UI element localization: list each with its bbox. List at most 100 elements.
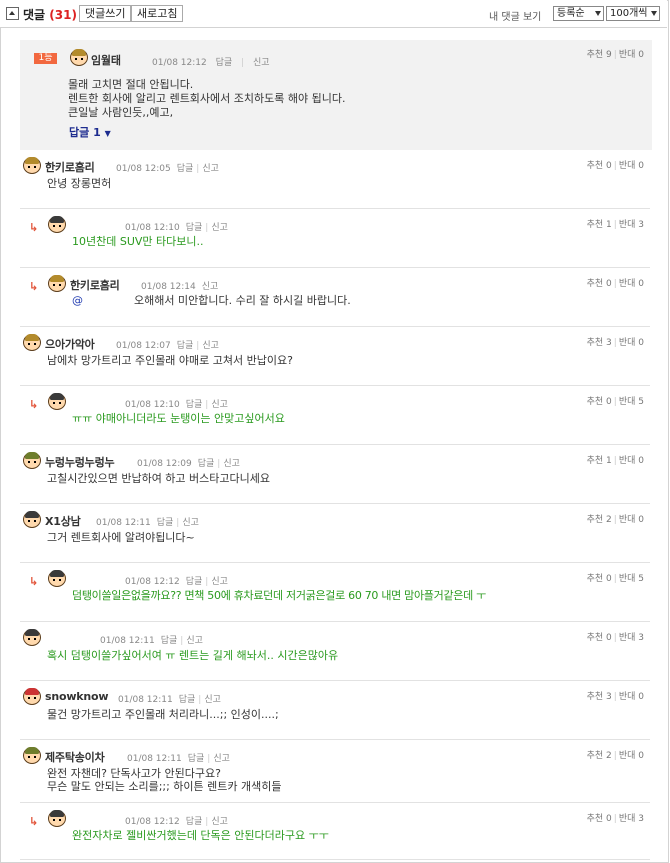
comment-date: 01/08 12:07 — [116, 341, 171, 351]
reply-link[interactable]: 답글 — [177, 164, 194, 174]
comment-meta: 01/08 12:11 답글 | 신고 — [127, 754, 230, 764]
report-link[interactable]: 신고 — [211, 223, 228, 233]
avatar-icon — [23, 157, 41, 174]
comment-date: 01/08 12:14 — [141, 282, 196, 292]
oppose-button[interactable]: 반대 0 — [619, 515, 644, 525]
reply-arrow-icon: ↳ — [29, 575, 39, 588]
reply-link[interactable]: 답글 — [157, 518, 174, 528]
comment-item: 누렁누렁누렁누 01/08 12:09 답글 | 신고 추천 1 | 반대 0 고칠시간있… — [20, 445, 652, 503]
write-comment-button[interactable]: 댓글쓰기 — [79, 5, 132, 22]
vote-counts: 추천 2 | 반대 0 — [586, 515, 644, 525]
report-link[interactable]: 신고 — [204, 695, 221, 705]
report-link[interactable]: 신고 — [202, 282, 219, 292]
comment-date: 01/08 12:11 — [118, 695, 173, 705]
oppose-button[interactable]: 반대 0 — [619, 338, 644, 348]
vote-counts: 추천 9 | 반대 0 — [586, 50, 644, 60]
recommend-button[interactable]: 추천 1 — [587, 220, 612, 230]
divider — [20, 859, 650, 860]
chevron-down-icon: ▼ — [104, 129, 111, 138]
avatar-icon — [48, 810, 66, 827]
comment-item: snowknow 01/08 12:11 답글 | 신고 추천 3 | 반대 0 물건 망… — [20, 681, 652, 739]
my-comments-link[interactable]: 내 댓글 보기 — [489, 8, 541, 23]
reply-arrow-icon: ↳ — [29, 398, 39, 411]
oppose-button[interactable]: 반대 0 — [619, 751, 644, 761]
oppose-button[interactable]: 반대 3 — [619, 220, 644, 230]
comment-date: 01/08 12:09 — [137, 459, 192, 469]
comment-author[interactable]: 누렁누렁누렁누 — [45, 454, 115, 470]
reply-link[interactable]: 답글 — [161, 636, 178, 646]
comment-header-bar: 댓글 (31) 댓글쓰기 새로고침 내 댓글 보기 등록순 100개씩 — [0, 0, 667, 28]
recommend-button[interactable]: 추천 9 — [587, 50, 612, 60]
oppose-button[interactable]: 반대 5 — [619, 397, 644, 407]
comment-meta: 01/08 12:05 답글 | 신고 — [116, 164, 219, 174]
oppose-button[interactable]: 반대 0 — [619, 456, 644, 466]
avatar-icon — [23, 452, 41, 469]
report-link[interactable]: 신고 — [211, 577, 228, 587]
reply-link[interactable]: 답글 — [216, 58, 233, 68]
per-page-select[interactable]: 100개씩 — [606, 6, 660, 21]
reply-link[interactable]: 답글 — [186, 400, 203, 410]
sort-select[interactable]: 등록순 — [553, 6, 604, 21]
comment-author[interactable]: 한키로흠리 — [70, 277, 120, 293]
report-link[interactable]: 신고 — [253, 58, 270, 68]
reply-link[interactable]: 답글 — [186, 817, 203, 827]
comment-author[interactable]: 으아가악아 — [45, 336, 95, 352]
oppose-button[interactable]: 반대 0 — [619, 50, 644, 60]
reply-count-toggle[interactable]: 답글 1 ▼ — [69, 124, 111, 140]
reply-link[interactable]: 답글 — [188, 754, 205, 764]
report-link[interactable]: 신고 — [223, 459, 240, 469]
reply-link[interactable]: 답글 — [177, 341, 194, 351]
oppose-button[interactable]: 반대 3 — [619, 814, 644, 824]
oppose-button[interactable]: 반대 0 — [619, 161, 644, 171]
report-link[interactable]: 신고 — [213, 754, 230, 764]
comment-author[interactable]: snowknow — [45, 690, 109, 703]
recommend-button[interactable]: 추천 0 — [587, 633, 612, 643]
reply-link[interactable]: 답글 — [198, 459, 215, 469]
comment-meta: 01/08 12:10 답글 | 신고 — [125, 400, 228, 410]
comment-author[interactable]: 한키로흠리 — [45, 159, 95, 175]
recommend-button[interactable]: 추천 0 — [587, 279, 612, 289]
report-link[interactable]: 신고 — [211, 400, 228, 410]
refresh-button[interactable]: 새로고침 — [131, 5, 184, 22]
avatar-icon — [70, 49, 88, 66]
comment-date: 01/08 12:11 — [100, 636, 155, 646]
reply-link[interactable]: 답글 — [179, 695, 196, 705]
reply-link[interactable]: 답글 — [186, 577, 203, 587]
recommend-button[interactable]: 추천 0 — [587, 814, 612, 824]
report-link[interactable]: 신고 — [202, 164, 219, 174]
comment-author[interactable]: 임월태 — [91, 52, 121, 68]
comment-text: 혹시 덤탱이쓸가싶어서여 ㅠ 렌트는 길게 해놔서.. 시간은많아유 — [47, 649, 339, 662]
collapse-icon[interactable] — [6, 7, 19, 20]
recommend-button[interactable]: 추천 1 — [587, 456, 612, 466]
chevron-down-icon — [651, 11, 657, 16]
recommend-button[interactable]: 추천 3 — [587, 692, 612, 702]
reply-link[interactable]: 답글 — [186, 223, 203, 233]
vote-counts: 추천 0 | 반대 5 — [586, 574, 644, 584]
report-link[interactable]: 신고 — [211, 817, 228, 827]
oppose-button[interactable]: 반대 5 — [619, 574, 644, 584]
mention-tag[interactable]: @ — [72, 294, 83, 308]
avatar-icon — [23, 334, 41, 351]
comment-meta: 01/08 12:12 답글 | 신고 — [125, 577, 228, 587]
recommend-button[interactable]: 추천 2 — [587, 515, 612, 525]
recommend-button[interactable]: 추천 3 — [587, 338, 612, 348]
comment-author[interactable]: 제주탁송이차 — [45, 749, 105, 765]
oppose-button[interactable]: 반대 3 — [619, 633, 644, 643]
report-link[interactable]: 신고 — [202, 341, 219, 351]
oppose-button[interactable]: 반대 0 — [619, 279, 644, 289]
comment-text: 완전자차로 젤비싼거했는데 단독은 안된다더라구요 ㅜㅜ — [72, 829, 329, 842]
reply-arrow-icon: ↳ — [29, 280, 39, 293]
reply-item: ↳ 01/08 12:10 답글 | 신고 추천 0 | 반대 5 ㅠㅠ 야매아니더라도 … — [20, 386, 652, 444]
report-link[interactable]: 신고 — [186, 636, 203, 646]
recommend-button[interactable]: 추천 0 — [587, 161, 612, 171]
recommend-button[interactable]: 추천 0 — [587, 397, 612, 407]
avatar-icon — [23, 629, 41, 646]
report-link[interactable]: 신고 — [182, 518, 199, 528]
comment-meta: 01/08 12:12 답글 | 신고 — [152, 58, 270, 68]
recommend-button[interactable]: 추천 2 — [587, 751, 612, 761]
comment-meta: 01/08 12:09 답글 | 신고 — [137, 459, 240, 469]
comment-author[interactable]: X1상남 — [45, 513, 81, 529]
oppose-button[interactable]: 반대 0 — [619, 692, 644, 702]
recommend-button[interactable]: 추천 0 — [587, 574, 612, 584]
reply-item: ↳ 01/08 12:12 답글 | 신고 추천 0 | 반대 5 덤탱이쓸일은없을까요?… — [20, 563, 652, 621]
